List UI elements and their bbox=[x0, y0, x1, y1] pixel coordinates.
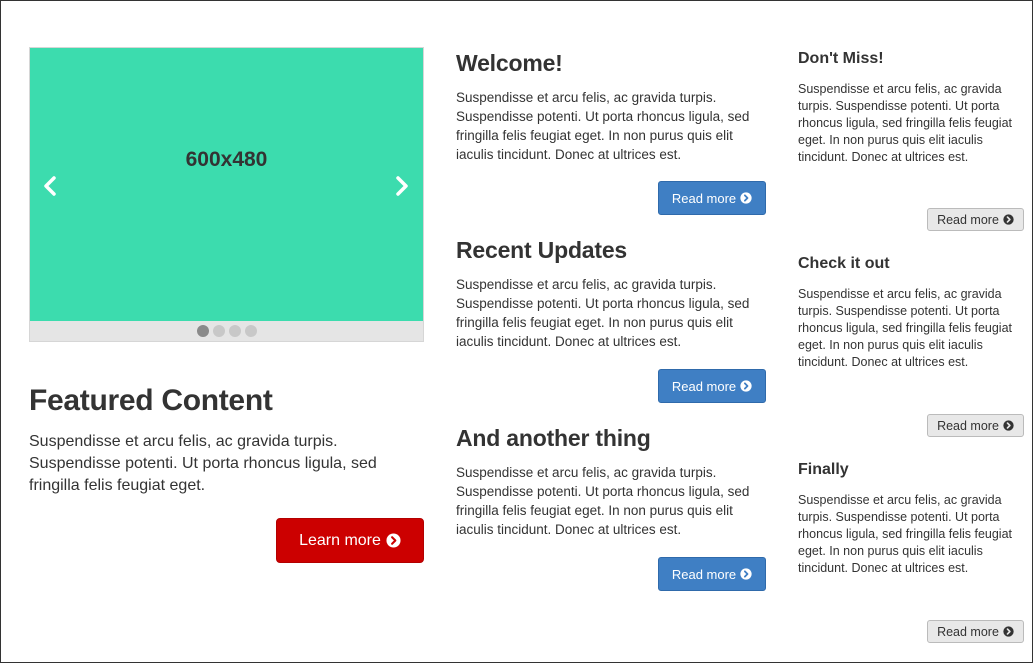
finally-title: Finally bbox=[798, 461, 849, 478]
learn-more-label: Learn more bbox=[299, 531, 381, 549]
carousel-indicator[interactable] bbox=[228, 325, 241, 337]
welcome-title: Welcome! bbox=[456, 50, 563, 76]
dont-miss-text: Suspendisse et arcu felis, ac gravida tu… bbox=[798, 82, 1013, 164]
slide-placeholder-label: 600x480 bbox=[185, 148, 268, 171]
dont-miss-title: Don't Miss! bbox=[798, 50, 884, 67]
arrow-circle-right-icon bbox=[1003, 420, 1014, 431]
check-it-out-title: Check it out bbox=[798, 255, 890, 272]
recent-updates-text: Suspendisse et arcu felis, ac gravida tu… bbox=[456, 277, 750, 349]
read-more-label: Read more bbox=[937, 624, 999, 639]
welcome-text: Suspendisse et arcu felis, ac gravida tu… bbox=[456, 90, 750, 162]
arrow-circle-right-icon bbox=[740, 192, 752, 204]
recent-updates-title: Recent Updates bbox=[456, 237, 628, 263]
carousel-prev-button[interactable] bbox=[38, 172, 62, 200]
check-it-out-read-more-button[interactable]: Read more bbox=[927, 414, 1024, 437]
carousel-indicators bbox=[30, 321, 423, 341]
chevron-right-icon bbox=[396, 176, 408, 196]
carousel-indicator[interactable] bbox=[196, 325, 209, 337]
featured-text: Suspendisse et arcu felis, ac gravida tu… bbox=[29, 433, 377, 494]
another-thing-read-more-button[interactable]: Read more bbox=[658, 557, 766, 591]
carousel-indicator[interactable] bbox=[212, 325, 225, 337]
carousel-slide: 600x480 bbox=[30, 48, 423, 321]
arrow-circle-right-icon bbox=[740, 568, 752, 580]
arrow-circle-right-icon bbox=[1003, 626, 1014, 637]
arrow-circle-right-icon bbox=[386, 533, 401, 548]
recent-updates-read-more-button[interactable]: Read more bbox=[658, 369, 766, 403]
read-more-label: Read more bbox=[671, 190, 737, 206]
welcome-read-more-button[interactable]: Read more bbox=[658, 181, 766, 215]
read-more-label: Read more bbox=[937, 212, 999, 227]
read-more-label: Read more bbox=[671, 378, 737, 394]
read-more-label: Read more bbox=[671, 566, 737, 582]
carousel-indicator[interactable] bbox=[244, 325, 257, 337]
finally-read-more-button[interactable]: Read more bbox=[927, 620, 1024, 643]
dont-miss-read-more-button[interactable]: Read more bbox=[927, 208, 1024, 231]
arrow-circle-right-icon bbox=[1003, 214, 1014, 225]
chevron-left-icon bbox=[44, 176, 56, 196]
arrow-circle-right-icon bbox=[740, 380, 752, 392]
featured-title: Featured Content bbox=[29, 384, 273, 417]
check-it-out-text: Suspendisse et arcu felis, ac gravida tu… bbox=[798, 287, 1013, 369]
learn-more-button[interactable]: Learn more bbox=[276, 518, 424, 563]
another-thing-title: And another thing bbox=[456, 425, 651, 451]
read-more-label: Read more bbox=[937, 418, 999, 433]
carousel-next-button[interactable] bbox=[390, 172, 414, 200]
image-carousel: 600x480 bbox=[29, 47, 424, 342]
finally-text: Suspendisse et arcu felis, ac gravida tu… bbox=[798, 493, 1013, 575]
another-thing-text: Suspendisse et arcu felis, ac gravida tu… bbox=[456, 465, 750, 537]
